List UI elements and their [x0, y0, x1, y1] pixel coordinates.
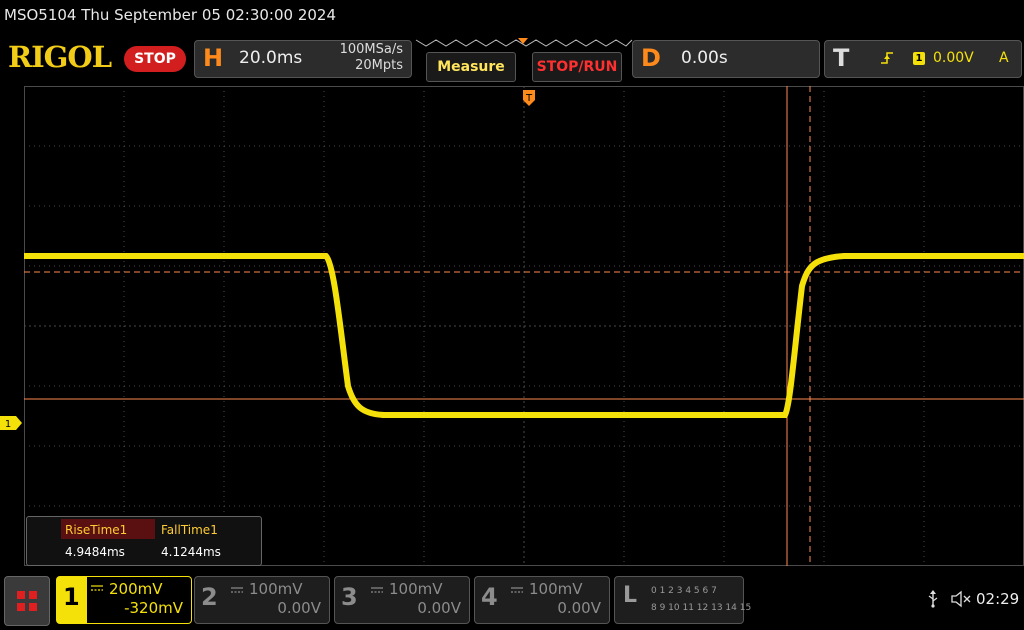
logic-analyzer-box[interactable]: L 0 1 2 3 4 5 6 7 8 9 10 11 12 13 14 15	[614, 576, 751, 624]
trigger-mode: A	[999, 50, 1009, 66]
measurement-value: 4.1244ms	[161, 545, 221, 559]
channel-scale: 200mV	[109, 580, 163, 598]
measurement-label: FallTime1	[161, 523, 218, 537]
horizontal-letter: H	[203, 44, 224, 72]
model-datetime: MSO5104 Thu September 05 02:30:00 2024	[4, 6, 336, 24]
channel-scale: 100mV	[389, 580, 443, 598]
channel-2-box[interactable]: 2 100mV 0.00V	[194, 576, 330, 624]
channel-1-readout: 200mV -320mV	[87, 577, 191, 623]
channel-number: 3	[341, 583, 358, 611]
dc-coupling-icon	[511, 587, 523, 593]
rising-edge-icon	[881, 52, 893, 64]
channel-number: 2	[201, 583, 218, 611]
grid-menu-icon	[17, 591, 37, 611]
status-clock: 02:29	[976, 590, 1020, 608]
run-state-badge[interactable]: STOP	[124, 46, 186, 72]
measurement-panel[interactable]: RiseTime1 4.9484ms FallTime1 4.1244ms	[26, 516, 262, 566]
channel-3-box[interactable]: 3 100mV 0.00V	[334, 576, 470, 624]
channel-scale: 100mV	[249, 580, 303, 598]
channel-offset: 0.00V	[417, 599, 461, 617]
channel-1-box[interactable]: 1 200mV -320mV	[56, 576, 192, 624]
delay-box[interactable]: D 0.00s	[632, 40, 820, 78]
waveform-display[interactable]: T	[24, 86, 1024, 566]
rigol-logo: RIGOL	[8, 40, 112, 74]
channel-offset: 0.00V	[557, 599, 601, 617]
svg-text:1: 1	[5, 419, 11, 430]
sample-rate: 100MSa/s	[339, 42, 403, 57]
delay-letter: D	[641, 44, 661, 72]
stop-run-button[interactable]: STOP/RUN	[532, 52, 622, 82]
measurement-value: 4.9484ms	[65, 545, 125, 559]
channel-scale: 100mV	[529, 580, 583, 598]
main-menu-button[interactable]	[4, 576, 50, 626]
trigger-source-badge: 1	[913, 52, 925, 65]
dc-coupling-icon	[231, 587, 243, 593]
trigger-letter: T	[833, 44, 850, 72]
delay-value: 0.00s	[681, 48, 728, 68]
timebase-value: 20.0ms	[239, 48, 303, 68]
trigger-marker-label: T	[525, 93, 533, 104]
dc-coupling-icon	[371, 587, 383, 593]
waveform-position-strip	[415, 38, 633, 47]
channel-number: 1	[63, 583, 80, 611]
logic-channels-0-7: 0 1 2 3 4 5 6 7	[651, 586, 717, 596]
measurement-label: RiseTime1	[65, 523, 128, 537]
trigger-box[interactable]: T 1 0.00V A	[824, 40, 1022, 78]
speaker-muted-icon[interactable]	[950, 590, 972, 608]
channel-offset: -320mV	[124, 599, 183, 617]
dc-coupling-icon	[91, 585, 103, 591]
logic-letter: L	[623, 583, 638, 608]
usb-icon[interactable]	[926, 590, 940, 608]
channel-offset: 0.00V	[277, 599, 321, 617]
trigger-level: 0.00V	[933, 50, 974, 66]
measure-button[interactable]: Measure	[426, 52, 516, 82]
logic-channels-8-15: 8 9 10 11 12 13 14 15	[651, 603, 752, 613]
trigger-position-marker	[518, 38, 528, 44]
channel-number: 4	[481, 583, 498, 611]
channel-4-box[interactable]: 4 100mV 0.00V	[474, 576, 610, 624]
channel1-offset-marker[interactable]: 1	[0, 416, 22, 430]
memory-depth: 20Mpts	[355, 58, 403, 73]
horizontal-box[interactable]: H 20.0ms 100MSa/s 20Mpts	[194, 40, 412, 78]
